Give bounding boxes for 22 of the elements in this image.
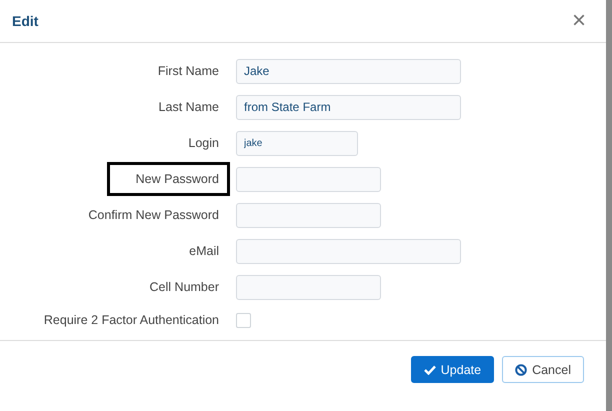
close-button[interactable]: × xyxy=(572,9,586,33)
cancel-button[interactable]: Cancel xyxy=(502,356,584,383)
input-field[interactable]: jake xyxy=(236,130,358,156)
input-field[interactable]: Jake xyxy=(236,58,461,84)
field-label: Last Name xyxy=(158,100,219,114)
input-field[interactable] xyxy=(236,202,381,228)
checkmark-icon xyxy=(424,364,436,374)
field-label: Confirm New Password xyxy=(88,208,219,222)
field-label: Cell Number xyxy=(150,280,219,294)
input-field[interactable] xyxy=(236,238,461,264)
update-button[interactable]: Update xyxy=(410,356,494,383)
field-label: Login xyxy=(188,136,219,150)
field-label: First Name xyxy=(158,64,219,78)
checkbox[interactable] xyxy=(236,312,251,328)
prohibited-icon xyxy=(515,364,528,376)
input-field[interactable]: from State Farm xyxy=(236,94,461,120)
highlighted-label: New Password xyxy=(106,162,230,196)
field-label: eMail xyxy=(189,244,219,258)
field-label: Require 2 Factor Authentication xyxy=(44,313,219,327)
input-field[interactable] xyxy=(236,274,381,300)
dialog-title: Edit xyxy=(12,13,38,29)
input-field[interactable] xyxy=(236,166,381,192)
